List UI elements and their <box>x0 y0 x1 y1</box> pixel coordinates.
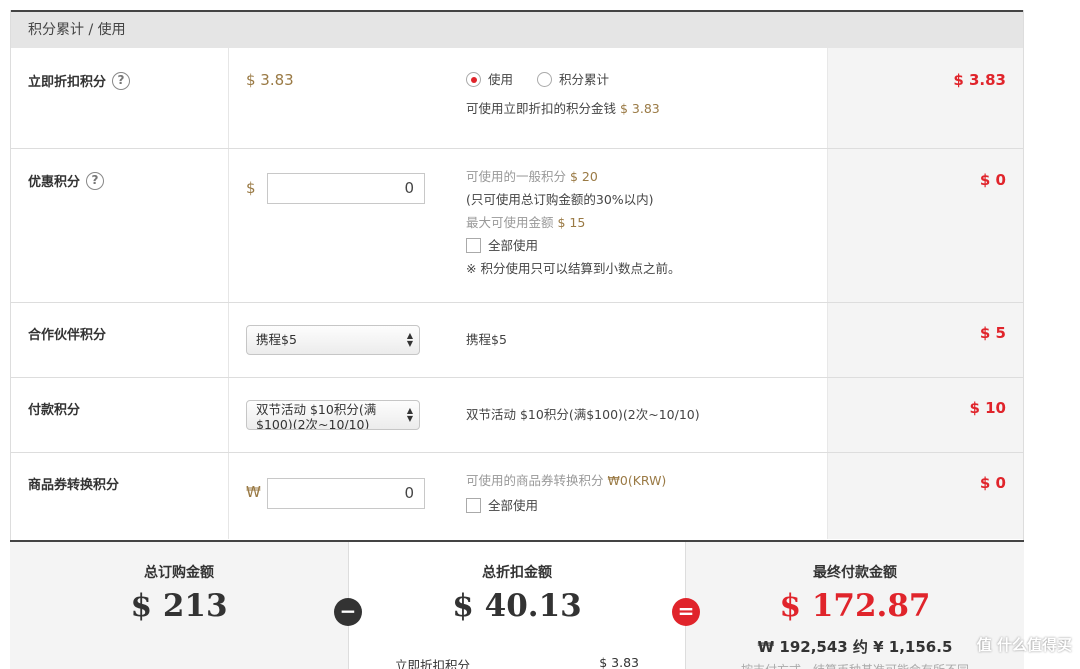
order-total-label: 总订购金额 <box>144 565 214 581</box>
instant-points-amount: $ 3.83 <box>246 71 294 89</box>
breakdown-value: $ 3.83 <box>599 655 639 669</box>
minus-icon: − <box>334 598 362 626</box>
instant-total: $ 3.83 <box>953 71 1006 89</box>
discount-total-label: 总折扣金额 <box>482 565 552 581</box>
instant-points-options: 使用 积分累计 可使用立即折扣的积分金钱 $ 3.83 <box>466 68 660 120</box>
order-total-column: 总订购金额 $ 213 <box>10 542 348 669</box>
section-header: 积分累计 / 使用 <box>11 10 1023 48</box>
radio-accumulate[interactable]: 积分累计 <box>537 68 609 91</box>
final-conversion: ₩ 192,543 约 ¥ 1,156.5 <box>757 638 953 656</box>
payment-total-cell: $ 10 <box>827 378 1023 452</box>
discount-currency: $ <box>246 179 256 197</box>
discount-total-column: 总折扣金额 $ 40.13 立即折扣积分 $ 3.83 <box>348 542 686 669</box>
radio-use-label: 使用 <box>488 72 514 87</box>
discount-use-all-checkbox[interactable] <box>466 238 481 253</box>
breakdown-label: 立即折扣积分 <box>395 658 471 669</box>
instant-info-amount: $ 3.83 <box>620 101 660 116</box>
discount-points-label: 优惠积分 <box>28 175 81 190</box>
payment-points-info: 双节活动 $10积分(满$100)(2次~10/10) <box>466 407 700 422</box>
radio-accumulate-label: 积分累计 <box>559 72 610 87</box>
final-amount: $ 172.87 <box>779 588 931 624</box>
voucher-total: $ 0 <box>979 474 1006 492</box>
partner-points-select[interactable]: 携程$5 ▲ ▼ <box>246 325 420 355</box>
select-arrows-icon: ▲ ▼ <box>406 406 413 423</box>
instant-points-label: 立即折扣积分 <box>28 75 107 90</box>
discount-use-all-label: 全部使用 <box>488 238 539 253</box>
payment-select-value: 双节活动 $10积分(满$100)(2次~10/10) <box>256 402 377 430</box>
voucher-use-all[interactable]: 全部使用 <box>466 494 666 517</box>
watermark: 值 什么值得买 <box>976 636 1072 654</box>
voucher-points-info: 可使用的商品券转换积分 ₩0(KRW) 全部使用 <box>466 469 666 517</box>
voucher-use-all-label: 全部使用 <box>488 498 539 513</box>
discount-total-amount: $ 40.13 <box>452 588 582 624</box>
discount-max-amount: $ 15 <box>557 215 586 230</box>
help-icon[interactable]: ? <box>112 71 131 90</box>
instant-total-cell: $ 3.83 <box>827 48 1023 148</box>
payment-footnote: 按支付方式，结算币种基准可能会有所不同 <box>686 661 1024 669</box>
voucher-total-cell: $ 0 <box>827 453 1023 539</box>
payment-total: $ 10 <box>969 399 1006 417</box>
partner-points-info: 携程$5 <box>466 332 507 347</box>
partner-total-cell: $ 5 <box>827 303 1023 377</box>
help-icon[interactable]: ? <box>86 171 105 190</box>
partner-total: $ 5 <box>979 324 1006 342</box>
discount-use-all[interactable]: 全部使用 <box>466 234 680 257</box>
column-divider <box>228 48 229 148</box>
discount-total-cell: $ 0 <box>827 149 1023 302</box>
discount-total: $ 0 <box>979 171 1006 189</box>
discount-decimal-note: ※ 积分使用只可以结算到小数点之前。 <box>466 261 681 276</box>
discount-max-label: 最大可使用金额 <box>466 215 554 230</box>
discount-points-info: 可使用的一般积分 $ 20 (只可使用总订购金额的30%以内) 最大可使用金额 … <box>466 165 680 280</box>
discount-points-input[interactable]: 0 <box>267 173 425 204</box>
row-partner-points: 合作伙伴积分 携程$5 ▲ ▼ 携程$5 $ 5 <box>11 303 1023 378</box>
discount-limit-note: (只可使用总订购金额的30%以内) <box>466 192 654 207</box>
points-panel: 积分累计 / 使用 立即折扣积分 ? $ 3.83 使用 积分累计 可使用立即折… <box>10 10 1024 540</box>
column-divider <box>228 149 229 302</box>
instant-info-text: 可使用立即折扣的积分金钱 <box>466 101 617 116</box>
select-arrows-icon: ▲ ▼ <box>406 331 413 348</box>
order-total-amount: $ 213 <box>130 588 228 624</box>
row-discount-points: 优惠积分 ? $ 0 可使用的一般积分 $ 20 (只可使用总订购金额的30%以… <box>11 149 1023 303</box>
column-divider <box>228 453 229 539</box>
voucher-avail-label: 可使用的商品券转换积分 <box>466 473 604 488</box>
partner-select-value: 携程$5 <box>256 332 297 347</box>
payment-points-select[interactable]: 双节活动 $10积分(满$100)(2次~10/10) ▲ ▼ <box>246 400 420 430</box>
discount-avail-label: 可使用的一般积分 <box>466 169 567 184</box>
voucher-points-label: 商品券转换积分 <box>28 478 120 493</box>
radio-use-button[interactable] <box>466 72 481 87</box>
discount-avail-amount: $ 20 <box>570 169 598 184</box>
summary-bar: 总订购金额 $ 213 总折扣金额 $ 40.13 立即折扣积分 $ 3.83 … <box>10 540 1024 669</box>
partner-points-label: 合作伙伴积分 <box>28 328 107 343</box>
radio-accumulate-button[interactable] <box>537 72 553 87</box>
row-instant-points: 立即折扣积分 ? $ 3.83 使用 积分累计 可使用立即折扣的积分金钱 $ 3… <box>11 48 1023 149</box>
column-divider <box>228 378 229 452</box>
equals-icon: = <box>672 598 700 626</box>
voucher-points-input[interactable]: 0 <box>267 478 425 509</box>
row-voucher-points: 商品券转换积分 ₩ 0 可使用的商品券转换积分 ₩0(KRW) 全部使用 $ 0 <box>11 453 1023 539</box>
row-payment-points: 付款积分 双节活动 $10积分(满$100)(2次~10/10) ▲ ▼ 双节活动… <box>11 378 1023 453</box>
payment-points-label: 付款积分 <box>28 403 81 418</box>
voucher-currency: ₩ <box>246 483 261 501</box>
final-amount-label: 最终付款金额 <box>813 565 897 581</box>
radio-use[interactable]: 使用 <box>466 68 513 91</box>
voucher-avail-amount: ₩0(KRW) <box>607 473 667 488</box>
voucher-use-all-checkbox[interactable] <box>466 498 481 513</box>
column-divider <box>228 303 229 377</box>
final-total-column: 最终付款金额 $ 172.87 ₩ 192,543 约 ¥ 1,156.5 按支… <box>686 542 1024 669</box>
